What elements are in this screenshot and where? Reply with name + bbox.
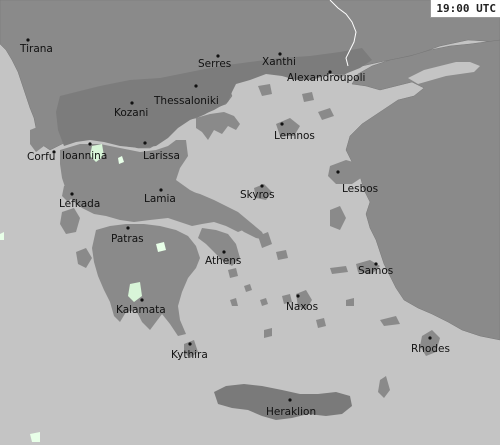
city-label-heraklion: Heraklion bbox=[266, 406, 316, 418]
city-label-lemnos: Lemnos bbox=[274, 130, 315, 142]
city-marker-tirana bbox=[26, 38, 30, 42]
city-label-larissa: Larissa bbox=[143, 150, 180, 162]
city-label-lefkada: Lefkada bbox=[59, 198, 100, 210]
time-badge: 19:00 UTC bbox=[430, 0, 500, 18]
city-marker-lefkada bbox=[70, 192, 74, 196]
city-label-alexandroupoli: Alexandroupoli bbox=[287, 72, 365, 84]
city-label-samos: Samos bbox=[358, 265, 393, 277]
city-marker-kozani bbox=[130, 101, 134, 105]
city-label-kythira: Kythira bbox=[171, 349, 208, 361]
city-label-thessaloniki: Thessaloniki bbox=[153, 95, 219, 107]
city-marker-kalamata bbox=[140, 298, 144, 302]
city-label-lesbos: Lesbos bbox=[342, 183, 378, 195]
city-marker-rhodes bbox=[428, 336, 432, 340]
city-label-skyros: Skyros bbox=[240, 189, 275, 201]
city-label-athens: Athens bbox=[205, 255, 241, 267]
city-marker-lamia bbox=[159, 188, 163, 192]
city-marker-larissa bbox=[143, 141, 147, 145]
city-marker-lemnos bbox=[280, 122, 284, 126]
weather-map: Tirana Serres Xanthi Alexandroupoli Kozani Th… bbox=[0, 0, 500, 445]
city-marker-thessaloniki bbox=[194, 84, 198, 88]
city-label-ioannina: Ioannina bbox=[62, 150, 107, 162]
city-label-rhodes: Rhodes bbox=[411, 343, 450, 355]
city-label-xanthi: Xanthi bbox=[262, 56, 296, 68]
city-label-lamia: Lamia bbox=[144, 193, 176, 205]
city-marker-athens bbox=[222, 250, 226, 254]
city-marker-skyros bbox=[260, 184, 264, 188]
city-label-tirana: Tirana bbox=[19, 43, 53, 55]
city-label-kalamata: Kalamata bbox=[116, 304, 166, 316]
city-label-corfu: Corfu bbox=[27, 151, 55, 163]
city-marker-lesbos bbox=[336, 170, 340, 174]
city-marker-patras bbox=[126, 226, 130, 230]
city-label-serres: Serres bbox=[198, 58, 231, 70]
city-marker-naxos bbox=[296, 294, 300, 298]
city-marker-kythira bbox=[188, 342, 192, 346]
city-marker-ioannina bbox=[88, 142, 92, 146]
city-marker-heraklion bbox=[288, 398, 292, 402]
city-label-naxos: Naxos bbox=[286, 301, 318, 313]
city-label-patras: Patras bbox=[111, 233, 144, 245]
city-label-kozani: Kozani bbox=[114, 107, 148, 119]
